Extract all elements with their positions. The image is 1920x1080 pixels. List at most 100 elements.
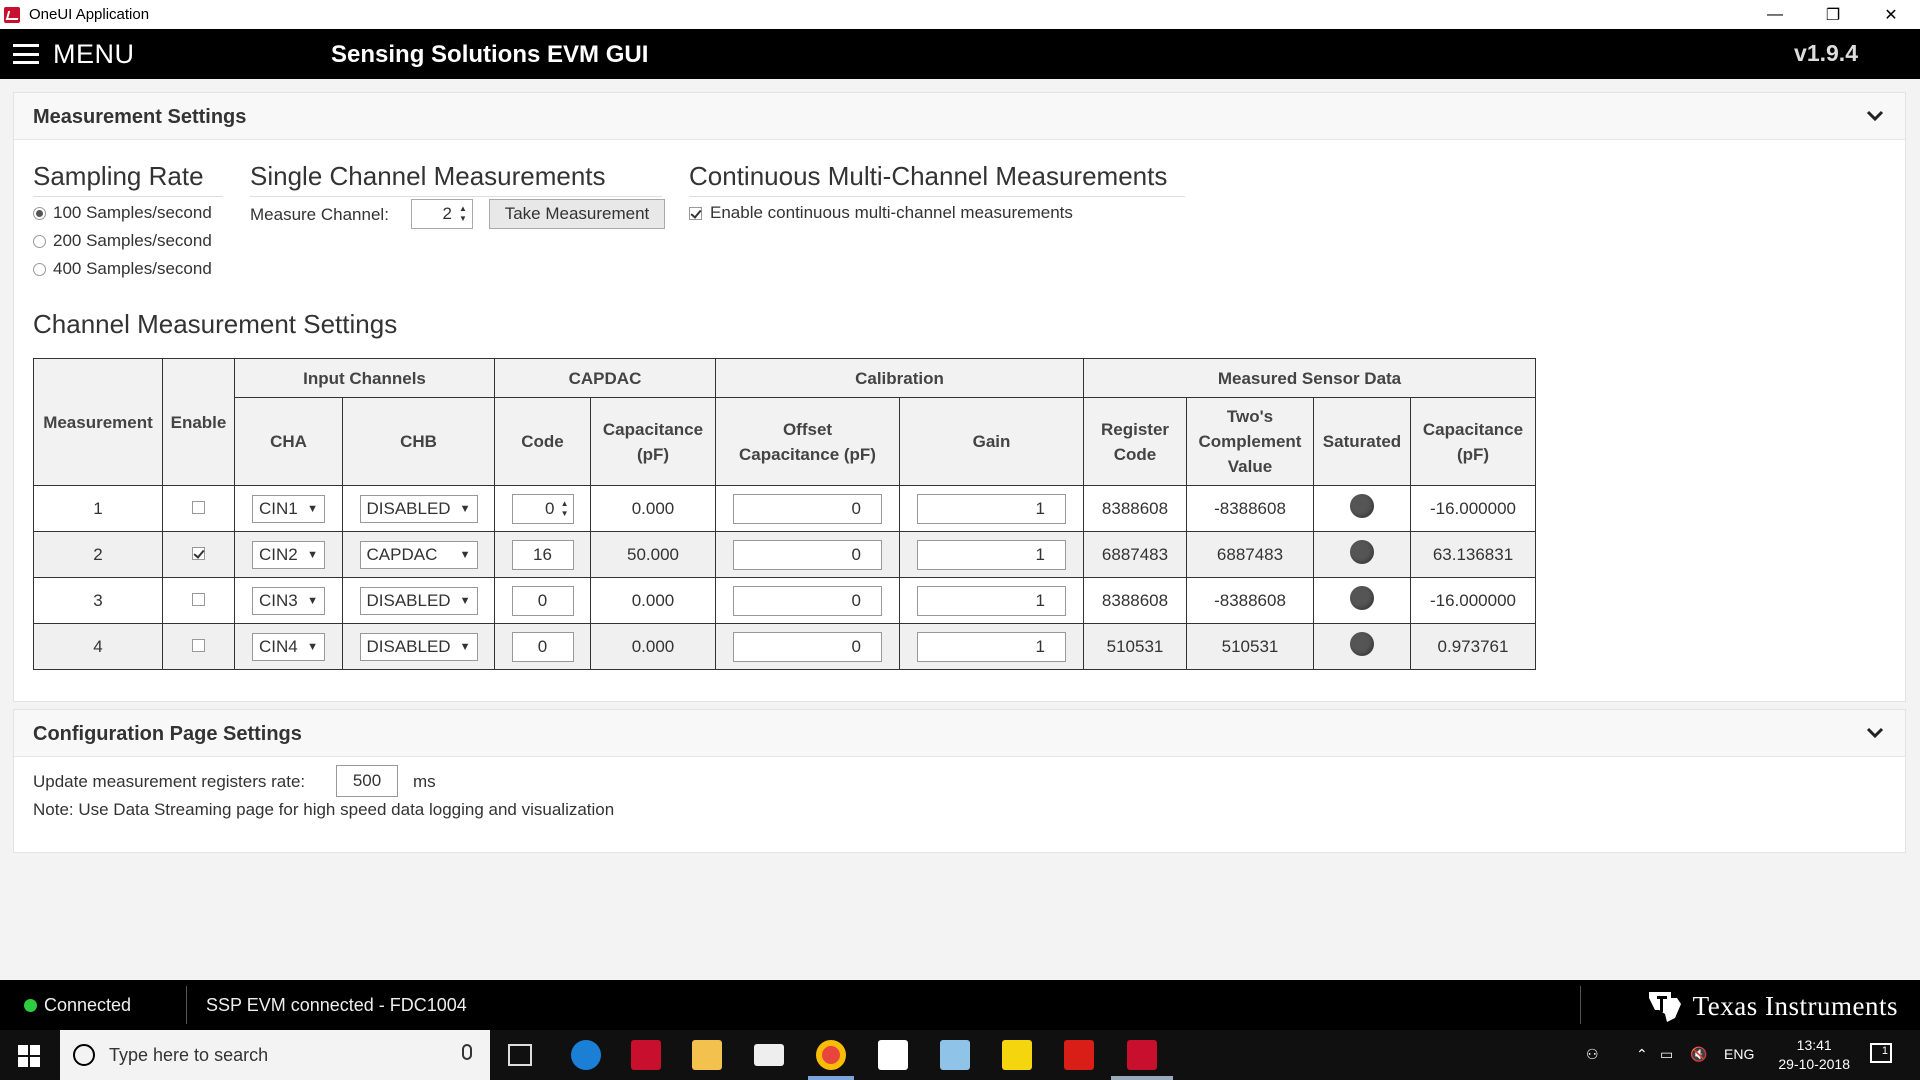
sampling-rate-option-100[interactable]: 100 Samples/second	[33, 203, 212, 223]
col-header-register-code: Register Code	[1083, 397, 1187, 486]
col-header-enable: Enable	[162, 358, 235, 486]
windows-start-icon[interactable]	[18, 1045, 40, 1067]
register-code: 510531	[1083, 623, 1187, 670]
battery-icon[interactable]: ▭	[1660, 1046, 1673, 1063]
capdac-code-input[interactable]: 16	[511, 539, 574, 570]
active-app-indicator	[1111, 1076, 1173, 1080]
update-rate-input[interactable]: 500	[336, 765, 398, 797]
col-header-measured-capacitance: Capacitance (pF)	[1410, 397, 1536, 486]
saturated-indicator-icon	[1350, 586, 1374, 610]
row-enable-checkbox[interactable]	[192, 500, 205, 514]
col-header-offset-capacitance: Offset Capacitance (pF)	[715, 397, 900, 486]
cha-select[interactable]: CIN3 ▼	[252, 586, 325, 615]
offset-capacitance-input[interactable]: 0	[733, 493, 882, 524]
volume-muted-icon[interactable]: 🔇	[1690, 1046, 1707, 1063]
caret-down-icon: ▼	[459, 594, 471, 607]
caret-down-icon: ▼	[459, 502, 471, 515]
col-header-chb: CHB	[342, 397, 495, 486]
menu-button[interactable]: MENU	[13, 38, 135, 70]
mail-icon[interactable]	[754, 1044, 784, 1066]
chb-value: DISABLED	[366, 498, 451, 518]
notification-center-icon[interactable]: 1	[1870, 1043, 1892, 1063]
restore-button[interactable]: ❐	[1804, 0, 1862, 29]
capdac-code-input[interactable]: 0	[511, 585, 574, 616]
gain-input[interactable]: 1	[917, 631, 1066, 662]
task-view-icon[interactable]	[508, 1044, 532, 1066]
col-header-twos-complement: Two's Complement Value	[1186, 397, 1314, 486]
file-explorer-icon[interactable]	[692, 1040, 722, 1070]
edge-browser-icon[interactable]	[571, 1040, 601, 1070]
sampling-rate-option-400[interactable]: 400 Samples/second	[33, 259, 212, 279]
table-row: 4 CIN4 ▼ DISABLED ▼ 0 0.000 0 1 510531 510…	[33, 623, 1536, 670]
people-icon[interactable]: ⚇	[1586, 1046, 1599, 1063]
radio-button[interactable]	[33, 262, 46, 276]
offset-capacitance-input[interactable]: 0	[733, 539, 882, 570]
gain-input[interactable]: 1	[917, 493, 1066, 524]
measured-capacitance: -16.000000	[1410, 485, 1536, 532]
config-settings-header[interactable]: Configuration Page Settings	[14, 710, 1905, 757]
sampling-rate-option-200[interactable]: 200 Samples/second	[33, 231, 212, 251]
saturated-indicator-icon	[1350, 632, 1374, 656]
stepper-arrows-icon[interactable]: ▲ ▼	[561, 499, 569, 519]
take-measurement-button[interactable]: Take Measurement	[489, 199, 665, 229]
minimize-button[interactable]: —	[1746, 0, 1804, 29]
oneui-taskbar-icon[interactable]	[1127, 1040, 1157, 1070]
offset-capacitance-input[interactable]: 0	[733, 631, 882, 662]
taskbar-clock[interactable]: 13:41 29-10-2018	[1778, 1036, 1850, 1074]
radio-label: 400 Samples/second	[53, 259, 212, 278]
close-button[interactable]: ✕	[1862, 0, 1920, 29]
chevron-down-icon[interactable]	[1865, 106, 1885, 126]
chb-select[interactable]: CAPDAC ▼	[359, 540, 478, 569]
mcafee-icon[interactable]	[631, 1040, 661, 1070]
saturated-indicator-icon	[1350, 540, 1374, 564]
single-channel-title: Single Channel Measurements	[250, 161, 662, 197]
col-header-capacitance: Capacitance (pF)	[590, 397, 716, 486]
measured-capacitance: 63.136831	[1410, 531, 1536, 578]
cha-select[interactable]: CIN2 ▼	[252, 540, 325, 569]
taskbar-search[interactable]: Type here to search	[60, 1030, 490, 1080]
running-indicator	[808, 1076, 854, 1080]
app-icon[interactable]	[940, 1040, 970, 1070]
status-divider	[1580, 986, 1581, 1024]
cha-value: CIN4	[259, 636, 298, 656]
chrome-icon[interactable]	[816, 1040, 846, 1070]
chevron-up-icon[interactable]: ⌃	[1636, 1046, 1648, 1063]
radio-button[interactable]	[33, 234, 46, 248]
row-enable-checkbox[interactable]	[192, 546, 205, 560]
language-indicator[interactable]: ENG	[1724, 1046, 1754, 1062]
cha-value: CIN2	[259, 544, 298, 564]
cha-select[interactable]: CIN1 ▼	[252, 494, 325, 523]
microphone-icon[interactable]	[462, 1044, 472, 1060]
update-rate-label: Update measurement registers rate:	[33, 772, 306, 791]
cha-select[interactable]: CIN4 ▼	[252, 632, 325, 661]
stepper-arrows-icon[interactable]: ▲ ▼	[457, 204, 469, 224]
chevron-down-icon[interactable]	[1865, 723, 1885, 743]
measure-channel-stepper[interactable]: 2 ▲ ▼	[411, 199, 473, 229]
capdac-code-stepper[interactable]: 0 ▲ ▼	[511, 493, 574, 524]
continuous-title: Continuous Multi-Channel Measurements	[689, 161, 1185, 197]
capdac-code-input[interactable]: 0	[511, 631, 574, 662]
group-header-input-channels: Input Channels	[234, 358, 495, 398]
cha-value: CIN1	[259, 498, 298, 518]
table-row: 2 CIN2 ▼ CAPDAC ▼ 16 50.000 0 1 6887483 68…	[33, 531, 1536, 578]
chb-select[interactable]: DISABLED ▼	[359, 632, 478, 661]
continuous-enable-row[interactable]: Enable continuous multi-channel measurem…	[689, 203, 1073, 223]
chb-select[interactable]: DISABLED ▼	[359, 586, 478, 615]
row-enable-checkbox[interactable]	[192, 638, 205, 652]
acrobat-icon[interactable]	[1064, 1040, 1094, 1070]
window-title: OneUI Application	[29, 6, 150, 23]
register-code: 8388608	[1083, 485, 1187, 532]
gain-input[interactable]: 1	[917, 539, 1066, 570]
row-enable-checkbox[interactable]	[192, 592, 205, 606]
continuous-enable-checkbox[interactable]	[689, 206, 702, 220]
store-icon[interactable]	[878, 1040, 908, 1070]
sticky-notes-icon[interactable]	[1002, 1040, 1032, 1070]
offset-capacitance-input[interactable]: 0	[733, 585, 882, 616]
register-code: 8388608	[1083, 577, 1187, 624]
radio-button[interactable]	[33, 206, 46, 220]
capdac-capacitance: 0.000	[590, 485, 716, 532]
gain-input[interactable]: 1	[917, 585, 1066, 616]
measurement-settings-panel: Measurement Settings Sampling Rate 100 S…	[13, 92, 1906, 702]
measurement-settings-header[interactable]: Measurement Settings	[14, 93, 1905, 140]
chb-select[interactable]: DISABLED ▼	[359, 494, 478, 523]
